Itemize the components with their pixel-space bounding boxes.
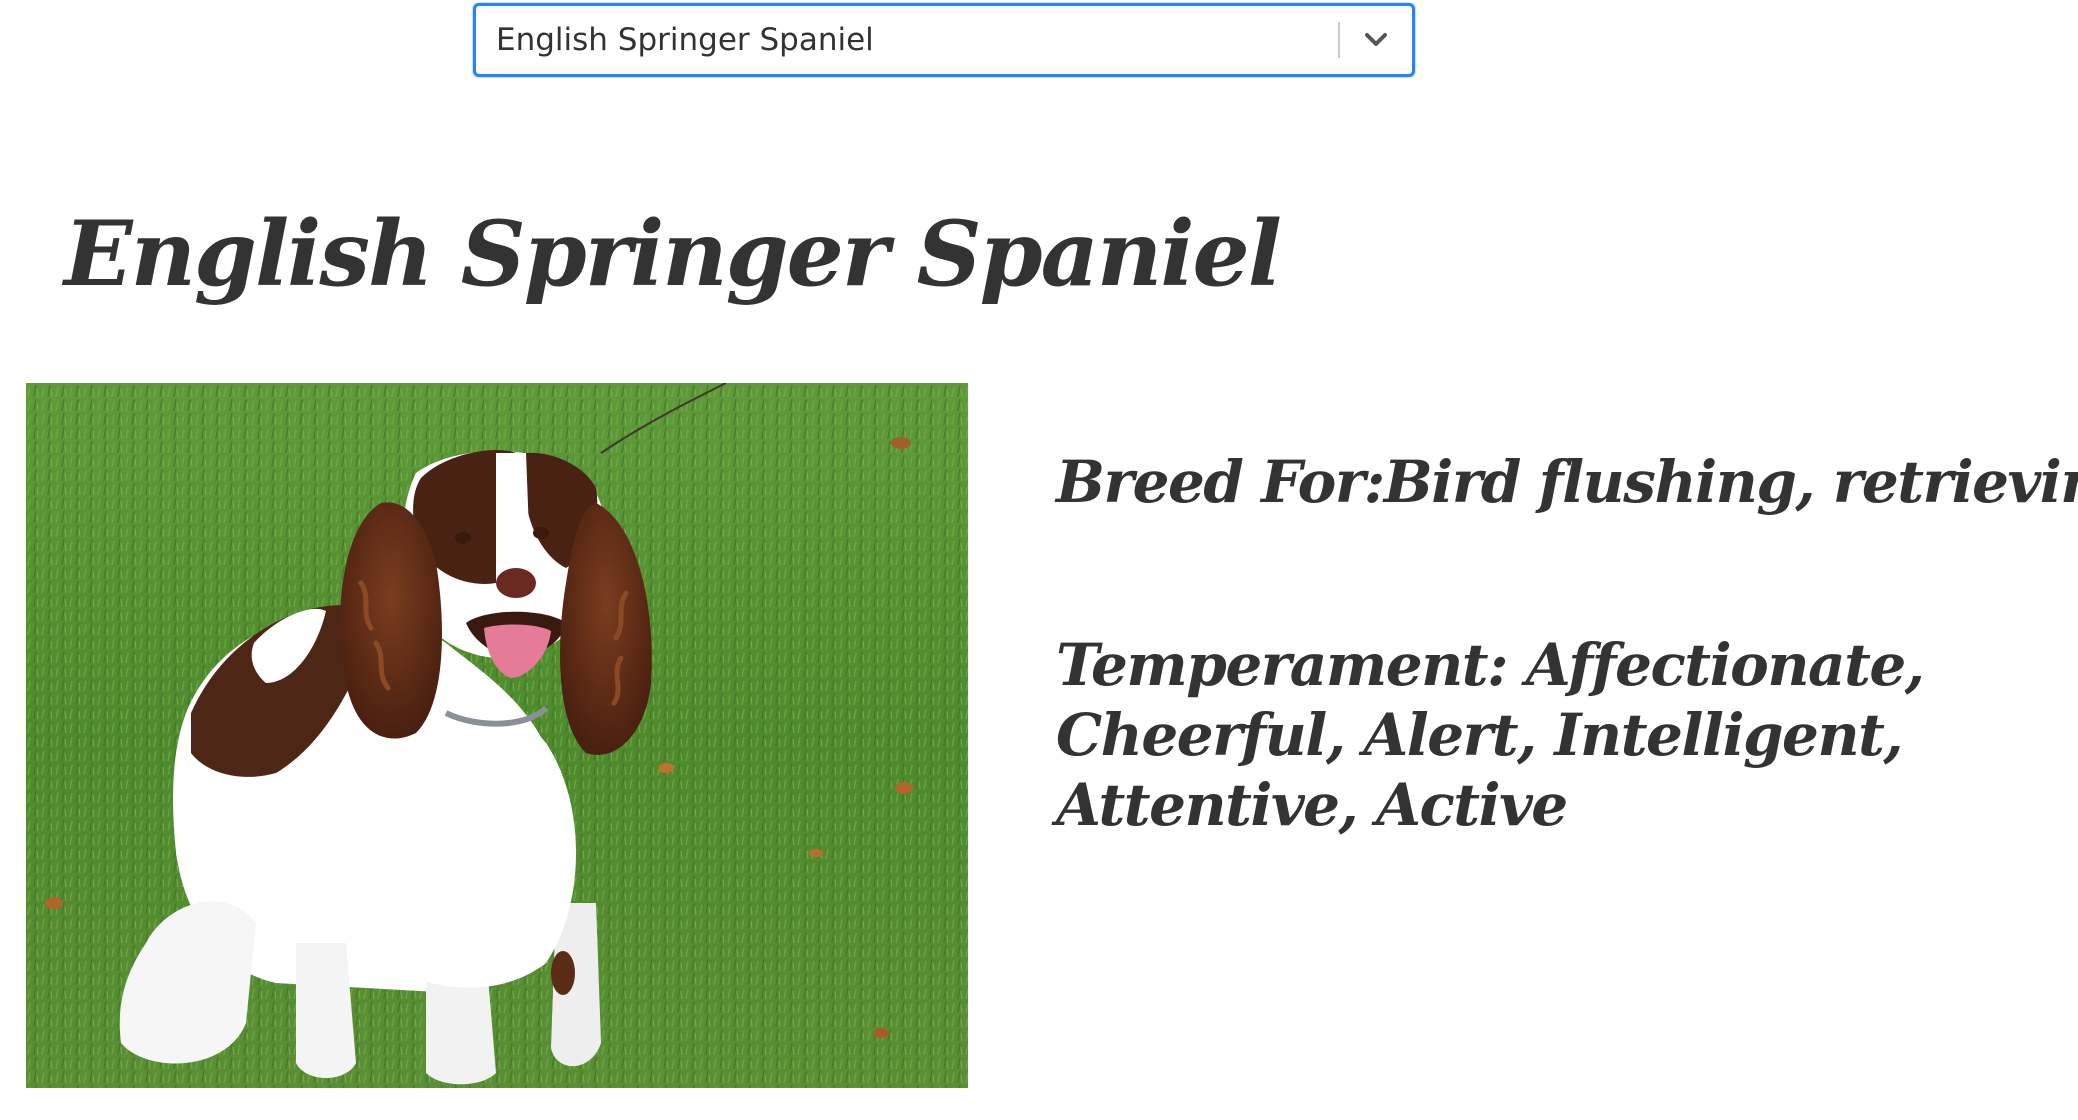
bred-for-text: Breed For:Bird flushing, retrieving: [1056, 448, 2078, 516]
breed-photo: [26, 383, 968, 1088]
temperament-text: Temperament: Affectionate, Cheerful, Ale…: [1056, 631, 1925, 839]
breed-select[interactable]: English Springer Spaniel: [473, 3, 1415, 77]
select-indicator-separator: [1338, 22, 1340, 58]
breed-select-value: English Springer Spaniel: [496, 22, 874, 58]
breed-title: English Springer Spaniel: [64, 201, 1282, 307]
chevron-down-icon[interactable]: [1356, 20, 1396, 60]
